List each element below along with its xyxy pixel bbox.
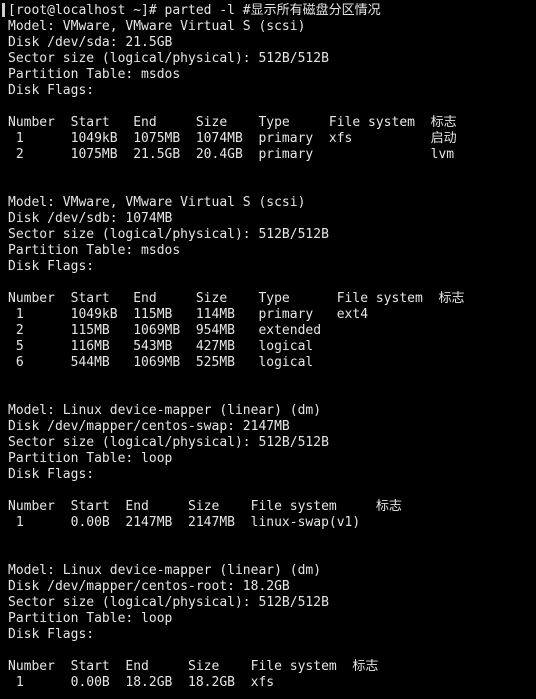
table-row: 2 1075MB 21.5GB 20.4GB primary lvm <box>8 147 455 162</box>
table-header: Number Start End Size File system 标志 <box>8 499 402 514</box>
output-line: Model: VMware, VMware Virtual S (scsi) <box>8 19 306 34</box>
table-row: 2 115MB 1069MB 954MB extended <box>8 323 322 338</box>
output-line: Disk /dev/mapper/centos-root: 18.2GB <box>8 579 290 594</box>
output-line: Disk Flags: <box>8 627 95 642</box>
output-line: Sector size (logical/physical): 512B/512… <box>8 595 329 610</box>
terminal-output: [root@localhost ~]# parted -l #显示所有磁盘分区情… <box>8 3 536 691</box>
output-line: Model: Linux device-mapper (linear) (dm) <box>8 563 322 578</box>
table-header: Number Start End Size Type File system 标… <box>8 291 465 306</box>
output-line: Disk /dev/mapper/centos-swap: 2147MB <box>8 419 290 434</box>
table-row: 1 1049kB 115MB 114MB primary ext4 <box>8 307 369 322</box>
table-row: 1 1049kB 1075MB 1074MB primary xfs 启动 <box>8 131 457 146</box>
table-row: 6 544MB 1069MB 525MB logical <box>8 355 314 370</box>
output-line: Sector size (logical/physical): 512B/512… <box>8 51 329 66</box>
output-line: Disk /dev/sda: 21.5GB <box>8 35 173 50</box>
table-row: 1 0.00B 2147MB 2147MB linux-swap(v1) <box>8 515 361 530</box>
table-header: Number Start End Size Type File system 标… <box>8 115 457 130</box>
table-header: Number Start End Size File system 标志 <box>8 659 379 674</box>
output-line: Sector size (logical/physical): 512B/512… <box>8 435 329 450</box>
output-line: Model: VMware, VMware Virtual S (scsi) <box>8 195 306 210</box>
prompt-line: [root@localhost ~]# parted -l #显示所有磁盘分区情… <box>8 3 381 18</box>
output-line: Partition Table: loop <box>8 451 173 466</box>
output-line: Disk Flags: <box>8 467 95 482</box>
table-row: 1 0.00B 18.2GB 18.2GB xfs <box>8 675 275 690</box>
output-line: Partition Table: loop <box>8 611 173 626</box>
output-line: Sector size (logical/physical): 512B/512… <box>8 227 329 242</box>
scroll-marker <box>2 3 5 17</box>
output-line: Disk /dev/sdb: 1074MB <box>8 211 173 226</box>
output-line: Disk Flags: <box>8 83 95 98</box>
table-row: 5 116MB 543MB 427MB logical <box>8 339 314 354</box>
output-line: Partition Table: msdos <box>8 67 181 82</box>
output-line: Partition Table: msdos <box>8 243 181 258</box>
output-line: Model: Linux device-mapper (linear) (dm) <box>8 403 322 418</box>
terminal-window[interactable]: [root@localhost ~]# parted -l #显示所有磁盘分区情… <box>0 0 536 699</box>
output-line: Disk Flags: <box>8 259 95 274</box>
